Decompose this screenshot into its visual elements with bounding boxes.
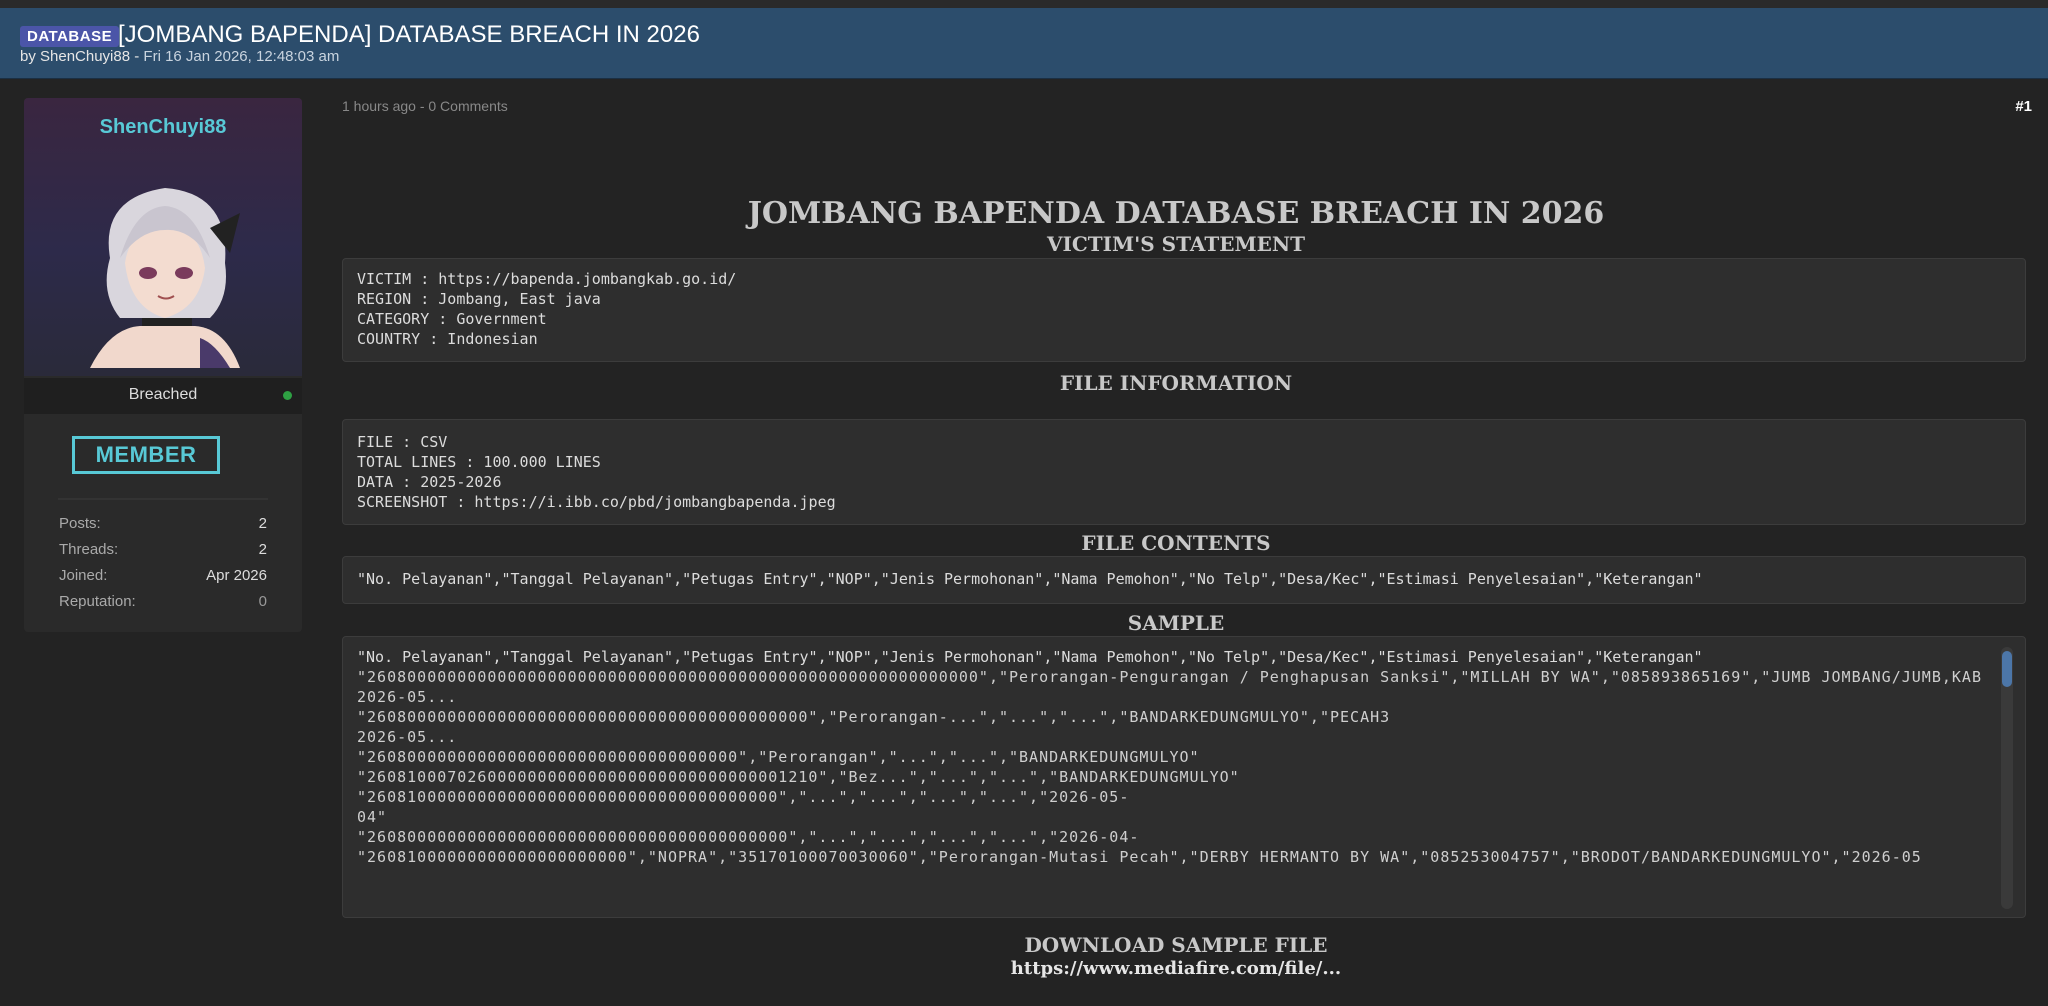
download-link[interactable]: https://www.mediafire.com/file/... xyxy=(326,958,2026,979)
rank-badge: MEMBER xyxy=(72,436,220,474)
stat-label: Threads: xyxy=(59,541,119,558)
online-indicator-icon xyxy=(283,391,292,400)
code-line: CATEGORY : Government xyxy=(357,310,547,328)
thread-title: [JOMBANG BAPENDA] DATABASE BREACH IN 202… xyxy=(118,21,700,48)
username[interactable]: ShenChuyi88 xyxy=(24,116,302,139)
sample-line: "No. Pelayanan","Tanggal Pelayanan","Pet… xyxy=(357,648,1703,666)
sample-line: "26081000000000000000000000","NOPRA","35… xyxy=(357,848,1922,866)
stat-value[interactable]: 2 xyxy=(259,541,267,558)
sample-line: 2026-05... xyxy=(357,728,458,746)
post-number[interactable]: #1 xyxy=(2015,98,2032,115)
code-line[interactable]: SCREENSHOT : https://i.ibb.co/pbd/jomban… xyxy=(357,493,836,511)
sample-line: 04" xyxy=(357,808,388,826)
category-tag[interactable]: DATABASE xyxy=(20,26,120,47)
stat-reputation: Reputation: 0 xyxy=(59,593,267,610)
stats-divider xyxy=(58,498,268,500)
sample-codebox[interactable]: "No. Pelayanan","Tanggal Pelayanan","Pet… xyxy=(342,636,2026,918)
stat-label: Reputation: xyxy=(59,593,136,610)
sample-heading: SAMPLE xyxy=(1127,611,1225,635)
code-line: COUNTRY : Indonesian xyxy=(357,330,538,348)
sample-line: "260810007026000000000000000000000000000… xyxy=(357,768,1240,786)
stat-label: Joined: xyxy=(59,567,108,584)
code-line: "No. Pelayanan","Tanggal Pelayanan","Pet… xyxy=(357,570,1703,588)
file-contents-heading: FILE CONTENTS xyxy=(1081,531,1271,555)
user-sidebar: ShenChuyi88 Breached MEMBER Posts: 2 Thr… xyxy=(24,98,302,632)
post-date: 1 hours ago - 0 Comments xyxy=(342,98,508,114)
victim-codebox: VICTIM : https://bapenda.jombangkab.go.i… xyxy=(342,258,2026,362)
stat-posts: Posts: 2 xyxy=(59,515,267,532)
stat-value[interactable]: 2 xyxy=(259,515,267,532)
byline-author[interactable]: by ShenChuyi88 - xyxy=(20,48,143,65)
thread-header: DATABASE [JOMBANG BAPENDA] DATABASE BREA… xyxy=(0,0,2048,79)
stat-joined: Joined: Apr 2026 xyxy=(59,567,267,584)
byline-date: Fri 16 Jan 2026, 12:48:03 am xyxy=(143,48,340,65)
thread-byline: by ShenChuyi88 - Fri 16 Jan 2026, 12:48:… xyxy=(20,48,339,65)
stat-threads: Threads: 2 xyxy=(59,541,267,558)
sample-line: "2608000000000000000000000000000000000",… xyxy=(357,748,1200,766)
sample-line: 2026-05... xyxy=(357,688,458,706)
code-line: VICTIM : https://bapenda.jombangkab.go.i… xyxy=(357,270,737,288)
file-info-heading: FILE INFORMATION xyxy=(1059,371,1293,395)
code-line: DATA : 2025-2026 xyxy=(357,473,502,491)
stat-value[interactable]: 0 xyxy=(259,593,267,610)
victim-heading: VICTIM'S STATEMENT xyxy=(1046,232,1306,256)
sample-line: "260800000000000000000000000000000000000… xyxy=(357,828,1140,846)
post-body: 1 hours ago - 0 Comments #1 JOMBANG BAPE… xyxy=(326,88,2036,1006)
top-strip xyxy=(0,0,2048,8)
code-line: TOTAL LINES : 100.000 LINES xyxy=(357,453,601,471)
user-card: ShenChuyi88 xyxy=(24,98,302,376)
avatar[interactable] xyxy=(80,168,250,368)
user-status: Breached xyxy=(24,378,302,414)
file-info-codebox: FILE : CSV TOTAL LINES : 100.000 LINES D… xyxy=(342,419,2026,525)
sample-line: "260810000000000000000000000000000000000… xyxy=(357,788,1130,806)
post-main-title: JOMBANG BAPENDA DATABASE BREACH IN 2026 xyxy=(747,196,1605,231)
sample-line: "260800000000000000000000000000000000000… xyxy=(357,668,1982,686)
sample-line: "260800000000000000000000000000000000000… xyxy=(357,708,1391,726)
stat-value: Apr 2026 xyxy=(206,567,267,584)
download-heading: DOWNLOAD SAMPLE FILE xyxy=(1024,933,1328,957)
code-line: REGION : Jombang, East java xyxy=(357,290,601,308)
stat-label: Posts: xyxy=(59,515,101,532)
code-line: FILE : CSV xyxy=(357,433,448,451)
scrollbar-thumb[interactable] xyxy=(2002,651,2012,687)
file-contents-codebox: "No. Pelayanan","Tanggal Pelayanan","Pet… xyxy=(342,556,2026,604)
sample-scrollbar[interactable] xyxy=(2001,647,2013,909)
status-label: Breached xyxy=(128,386,198,403)
